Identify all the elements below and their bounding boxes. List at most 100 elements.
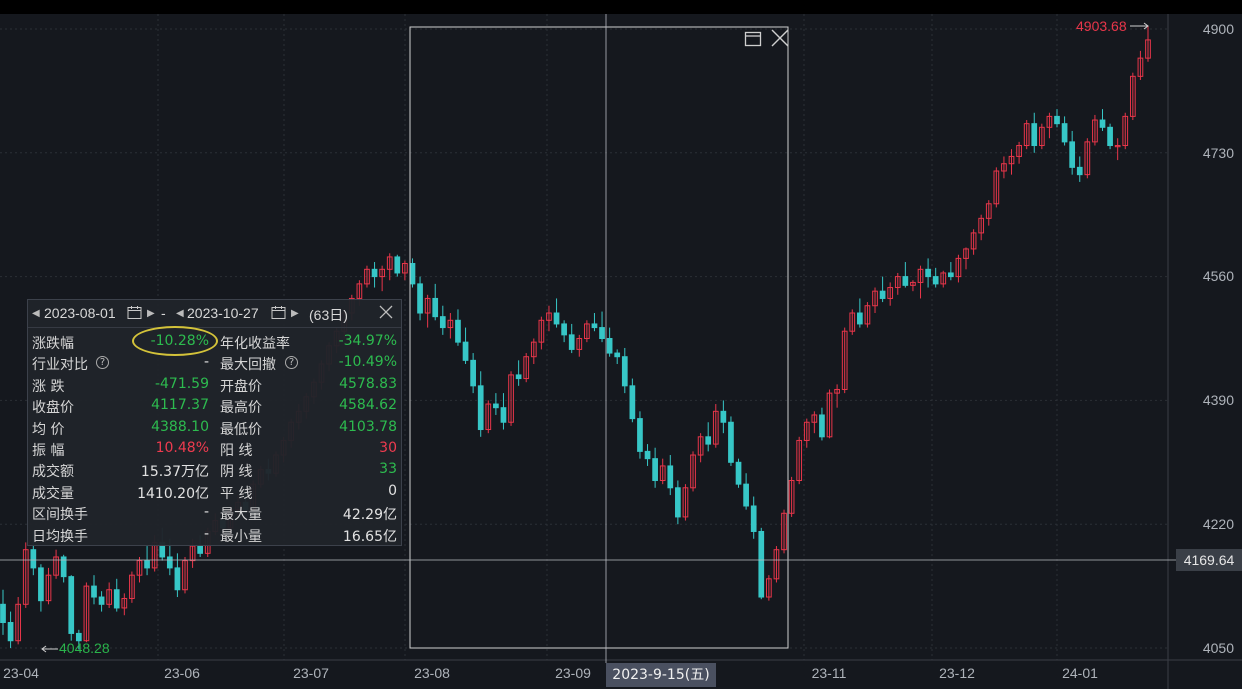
min-price-marker: 4048.28 xyxy=(59,640,110,656)
stat-value: 4578.83 xyxy=(339,375,397,392)
stat-label: 阴 线 xyxy=(220,464,253,481)
candle-down xyxy=(857,312,863,325)
candle-down xyxy=(0,603,6,624)
stat-label: 开盘价 xyxy=(220,378,262,395)
stat-value: -471.59 xyxy=(154,375,209,392)
candle-down xyxy=(432,297,439,318)
candle-down xyxy=(750,505,757,532)
end-date-field[interactable]: 2023-10-27 xyxy=(187,305,259,321)
candle-down xyxy=(675,487,681,518)
stats-row: 日均换手 - 最小量 16.65亿 xyxy=(28,526,401,547)
stat-label: 均 价 xyxy=(32,421,65,438)
help-icon[interactable]: ? xyxy=(96,356,109,370)
stat-label: 阳 线 xyxy=(220,443,253,459)
candle-down xyxy=(591,323,598,329)
stat-label: 最小量 xyxy=(220,528,262,545)
stat-value: - xyxy=(203,354,209,371)
calendar-icon[interactable] xyxy=(271,305,286,323)
stats-row: 行业对比? - 最大回撤? -10.49% xyxy=(28,354,401,375)
stat-label: 成交量 xyxy=(32,485,74,502)
stat-value: 4388.10 xyxy=(151,418,209,435)
stat-value: - xyxy=(203,504,209,521)
candle-down xyxy=(1076,166,1083,176)
candle-down xyxy=(629,385,636,420)
candle-down xyxy=(728,421,734,463)
close-icon[interactable] xyxy=(378,304,394,323)
stat-value: 30 xyxy=(379,440,397,456)
stats-row: 收盘价 4117.37 最高价 4584.62 xyxy=(28,397,401,418)
close-icon[interactable] xyxy=(770,28,790,53)
stat-label: 行业对比 xyxy=(32,357,88,374)
stats-row: 涨 跌 -471.59 开盘价 4578.83 xyxy=(28,376,401,397)
y-tick-label: 4560 xyxy=(1202,268,1234,284)
stat-value: 1410.20亿 xyxy=(137,485,209,502)
max-price-marker: 4903.68 xyxy=(1076,18,1127,34)
x-tick-label: 23-06 xyxy=(164,665,200,681)
candle-down xyxy=(735,461,742,485)
stat-label: 涨跌幅 xyxy=(32,336,74,352)
candle-down xyxy=(477,385,484,431)
candle-down xyxy=(652,458,658,482)
stat-label: 最高价 xyxy=(220,400,262,417)
candle-down xyxy=(1054,115,1060,125)
candle-down xyxy=(553,312,560,325)
interval-stats-panel: ◀ 2023-08-01 ▶ - ◀ 2023-10-27 ▶ (63日) 涨跌… xyxy=(27,299,402,546)
candle-down xyxy=(1099,119,1106,128)
candle-down xyxy=(30,549,37,569)
prev-start-icon[interactable]: ◀ xyxy=(32,308,40,319)
stat-value: 4584.62 xyxy=(339,397,397,414)
stats-row: 均 价 4388.10 最低价 4103.78 xyxy=(28,419,401,440)
date-separator: - xyxy=(161,305,166,321)
candle-down xyxy=(599,327,605,340)
stat-value: 33 xyxy=(379,461,397,478)
help-icon[interactable]: ? xyxy=(285,356,298,370)
candle-down xyxy=(758,530,765,598)
stat-label: 平 线 xyxy=(220,485,253,502)
candle-down xyxy=(902,276,909,286)
stat-label: 最低价 xyxy=(220,421,262,438)
stat-value: 4117.37 xyxy=(151,397,209,414)
candle-down xyxy=(174,567,181,591)
stat-label: 日均换手 xyxy=(32,528,88,545)
stats-header: ◀ 2023-08-01 ▶ - ◀ 2023-10-27 ▶ (63日) xyxy=(28,300,401,328)
candle-down xyxy=(409,262,416,285)
crosshair-price-tag: 4169.64 xyxy=(1176,549,1242,571)
next-end-icon[interactable]: ▶ xyxy=(291,308,299,319)
stats-row: 成交额 15.37万亿阴 线 33 xyxy=(28,461,401,482)
candle-down xyxy=(644,450,651,460)
candle-down xyxy=(68,576,75,634)
candle-down xyxy=(462,341,469,361)
candle-down xyxy=(500,407,507,423)
window-restore-icon[interactable] xyxy=(744,30,762,53)
x-tick-label: 23-08 xyxy=(414,665,450,681)
candle-down xyxy=(879,290,886,299)
stat-value: -34.97% xyxy=(338,333,397,349)
stat-value: 16.65亿 xyxy=(342,528,397,545)
stat-value: - xyxy=(203,525,209,542)
start-date-field[interactable]: 2023-08-01 xyxy=(44,305,116,321)
x-tick-label: 23-12 xyxy=(939,665,975,681)
stat-label: 年化收益率 xyxy=(220,336,290,352)
prev-end-icon[interactable]: ◀ xyxy=(176,308,184,319)
candle-down xyxy=(98,596,105,605)
crosshair-date-tag: 2023-9-15(五) xyxy=(606,663,716,687)
next-start-icon[interactable]: ▶ xyxy=(147,308,155,319)
stat-value: 10.48% xyxy=(155,440,209,456)
candle-down xyxy=(371,268,378,278)
candle-down xyxy=(1107,126,1113,147)
candle-down xyxy=(743,483,749,507)
highlight-circle xyxy=(132,326,218,356)
stats-row: 成交量 1410.20亿平 线 0 xyxy=(28,483,401,504)
selection-controls xyxy=(744,28,792,53)
x-tick-label: 24-01 xyxy=(1062,665,1098,681)
candle-down xyxy=(166,556,173,569)
stat-value: 15.37万亿 xyxy=(140,464,209,481)
y-tick-label: 4900 xyxy=(1202,21,1234,37)
stat-label: 最大回撤 xyxy=(220,357,276,374)
candle-down xyxy=(932,276,939,285)
stat-label: 收盘价 xyxy=(32,400,74,417)
candle-down xyxy=(1031,123,1038,147)
candle-down xyxy=(470,359,476,387)
calendar-icon[interactable] xyxy=(127,305,142,323)
candle-down xyxy=(720,410,727,423)
